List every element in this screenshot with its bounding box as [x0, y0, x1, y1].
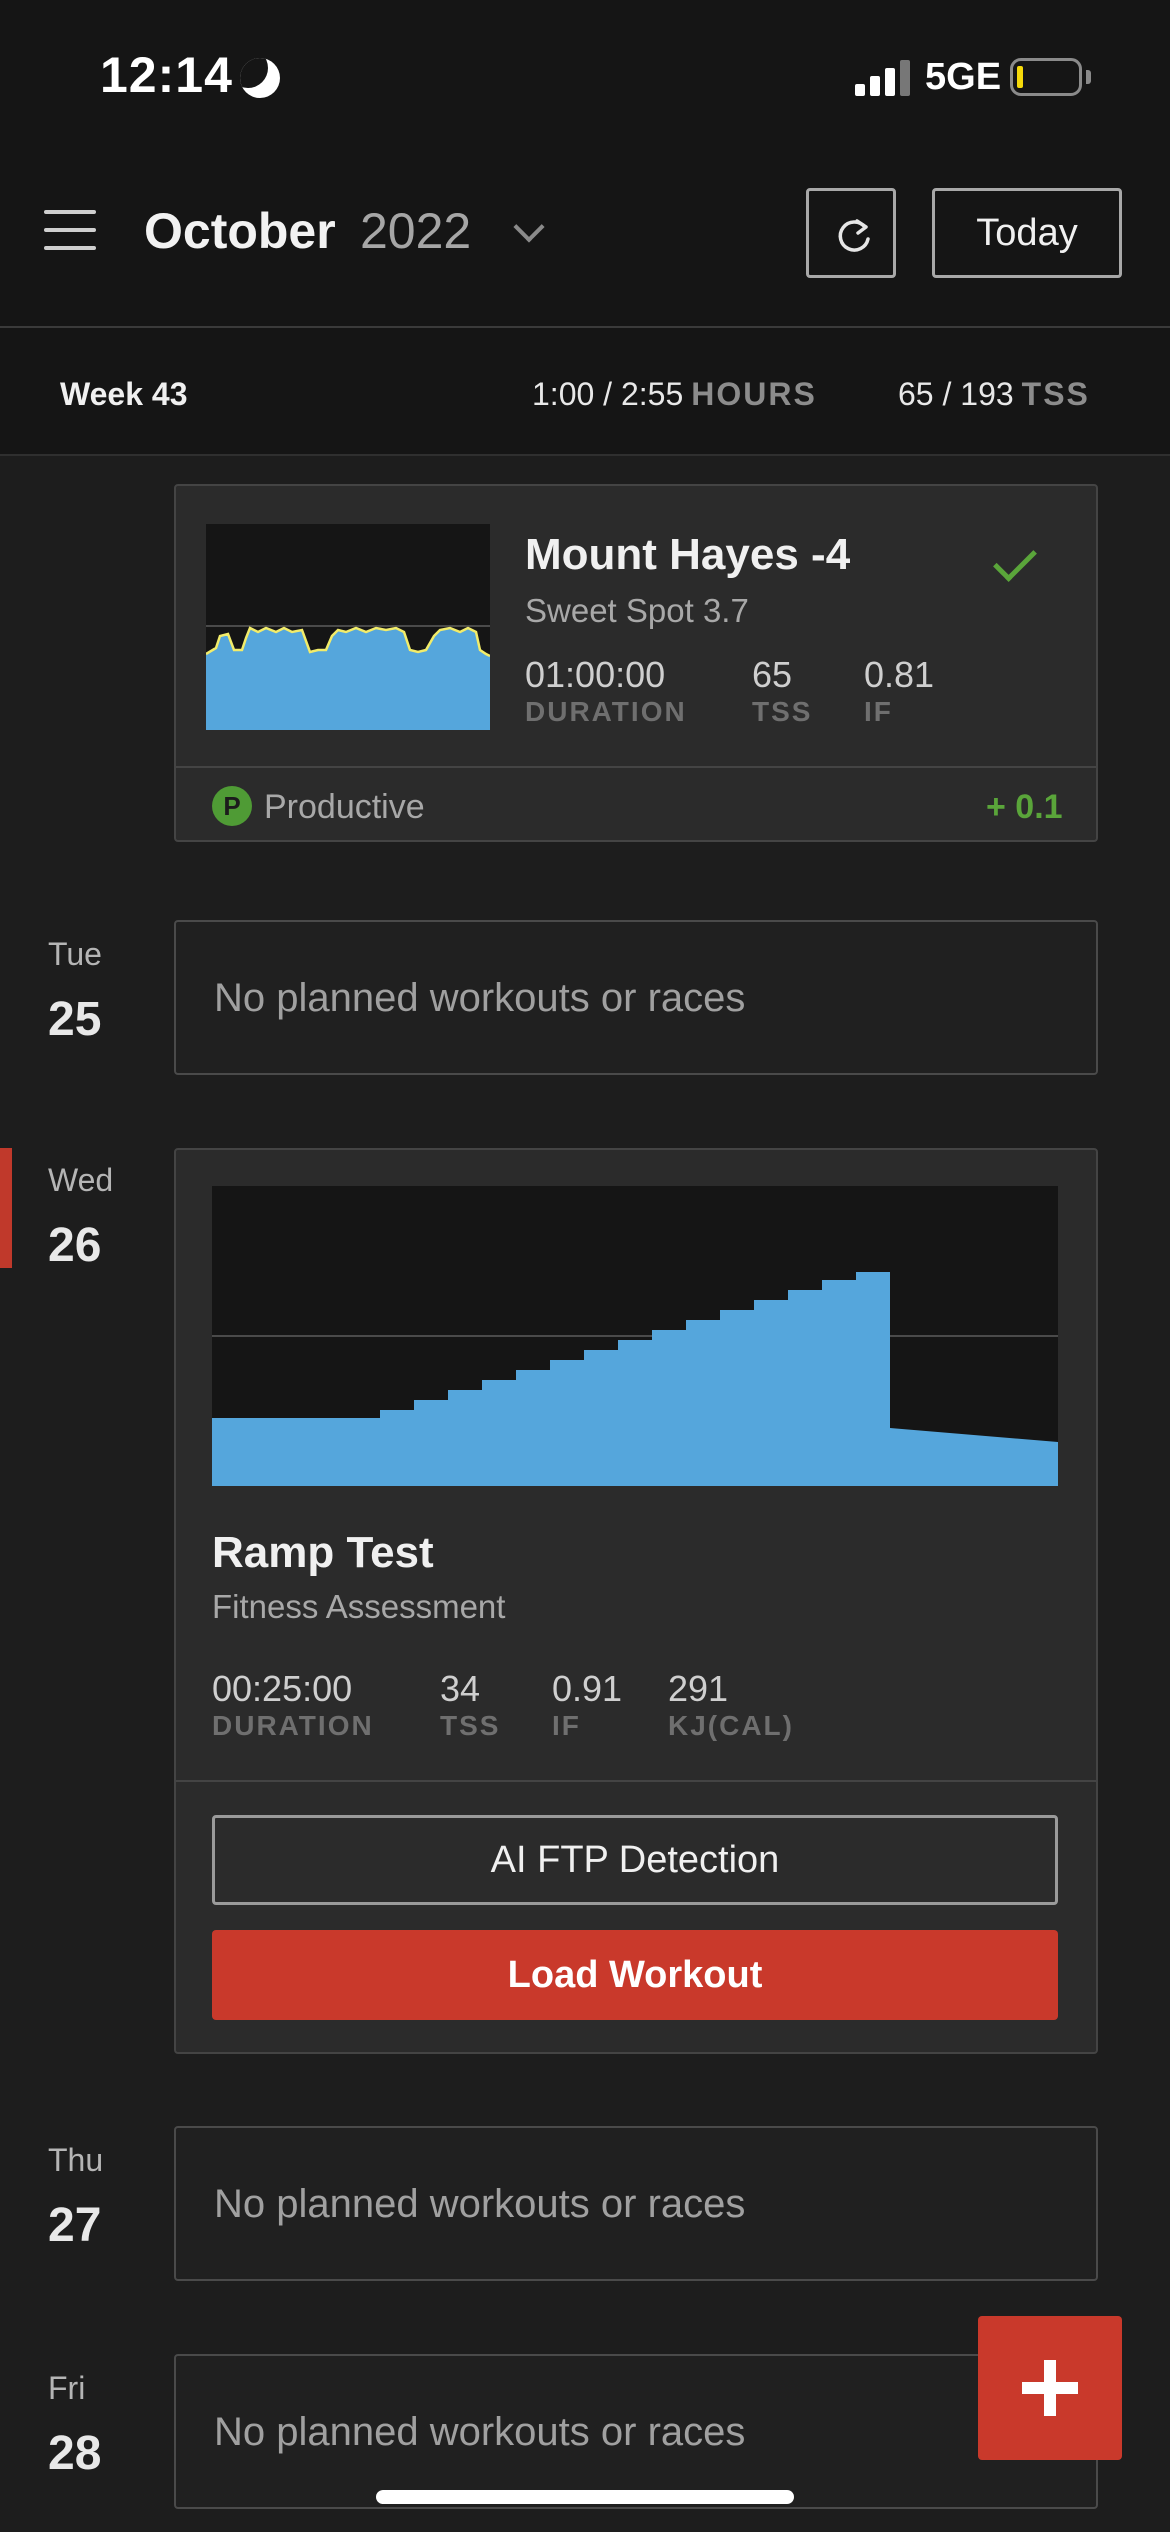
day-number: 28	[48, 2427, 102, 2480]
workout-title: Ramp Test	[212, 1528, 434, 1577]
workout-subtitle: Fitness Assessment	[212, 1588, 506, 1625]
signal-icon	[855, 60, 911, 96]
day-name: Tue	[48, 936, 102, 972]
calendar-header: October 2022 Today	[0, 150, 1170, 328]
status-time: 12:14	[100, 47, 233, 103]
divider	[176, 766, 1096, 768]
stat-kj-value: 291	[668, 1668, 729, 1709]
stat-duration-label: DURATION	[212, 1710, 374, 1741]
ai-ftp-detection-button[interactable]: AI FTP Detection	[212, 1815, 1058, 1905]
empty-day-card[interactable]: No planned workouts or races	[174, 920, 1098, 1075]
stat-if-label: IF	[864, 696, 893, 727]
network-type: 5GE	[925, 56, 1002, 98]
chevron-down-icon[interactable]	[513, 211, 545, 243]
stat-duration-value: 01:00:00	[525, 654, 666, 695]
month-label[interactable]: October	[144, 202, 336, 260]
progression-delta: + 0.1	[986, 788, 1063, 826]
empty-day-text: No planned workouts or races	[214, 2182, 746, 2226]
week-hours: 1:00 / 2:55 HOURS	[532, 376, 817, 412]
status-bar: 12:14 5GE	[0, 0, 1170, 150]
home-indicator[interactable]	[376, 2490, 794, 2504]
day-name: Thu	[48, 2142, 104, 2178]
add-button[interactable]	[978, 2316, 1122, 2460]
day-name: Fri	[48, 2370, 86, 2406]
week-label: Week 43	[60, 376, 188, 412]
stat-if-value: 0.91	[552, 1668, 623, 1709]
battery-icon	[1010, 58, 1082, 96]
workout-subtitle: Sweet Spot 3.7	[525, 592, 749, 629]
day-number: 26	[48, 1219, 102, 1272]
day-number: 27	[48, 2199, 102, 2252]
productive-badge: P	[212, 786, 252, 826]
stat-tss-value: 34	[440, 1668, 481, 1709]
empty-day-text: No planned workouts or races	[214, 976, 746, 1020]
year-label[interactable]: 2022	[360, 202, 471, 260]
day-number: 25	[48, 993, 102, 1046]
workout-title: Mount Hayes -4	[525, 530, 851, 579]
day-name: Wed	[48, 1162, 114, 1198]
stat-if-label: IF	[552, 1710, 581, 1741]
stat-tss-value: 65	[752, 654, 793, 695]
stat-if-value: 0.81	[864, 654, 935, 695]
week-summary: Week 43 1:00 / 2:55 HOURS 65 / 193 TSS	[0, 328, 1170, 456]
empty-day-text: No planned workouts or races	[214, 2410, 746, 2454]
stat-tss-label: TSS	[440, 1710, 501, 1741]
week-tss: 65 / 193 TSS	[898, 376, 1090, 412]
stat-duration-value: 00:25:00	[212, 1668, 353, 1709]
stat-kj-label: KJ(CAL)	[668, 1710, 794, 1741]
stat-tss-label: TSS	[752, 696, 813, 727]
refresh-icon	[838, 219, 870, 252]
stat-duration-label: DURATION	[525, 696, 687, 727]
empty-day-card[interactable]: No planned workouts or races	[174, 2126, 1098, 2281]
menu-icon[interactable]	[44, 210, 96, 250]
moon-icon	[240, 58, 280, 98]
empty-day-card[interactable]: No planned workouts or races	[174, 2354, 1098, 2509]
today-marker	[0, 1148, 12, 1268]
ramp-profile-chart	[212, 1186, 1058, 1486]
refresh-button[interactable]	[806, 188, 896, 278]
divider	[176, 1780, 1096, 1782]
today-button[interactable]: Today	[932, 188, 1122, 278]
load-workout-button[interactable]: Load Workout	[212, 1930, 1058, 2020]
productive-label: Productive	[264, 788, 425, 826]
workout-profile-chart	[206, 524, 490, 730]
